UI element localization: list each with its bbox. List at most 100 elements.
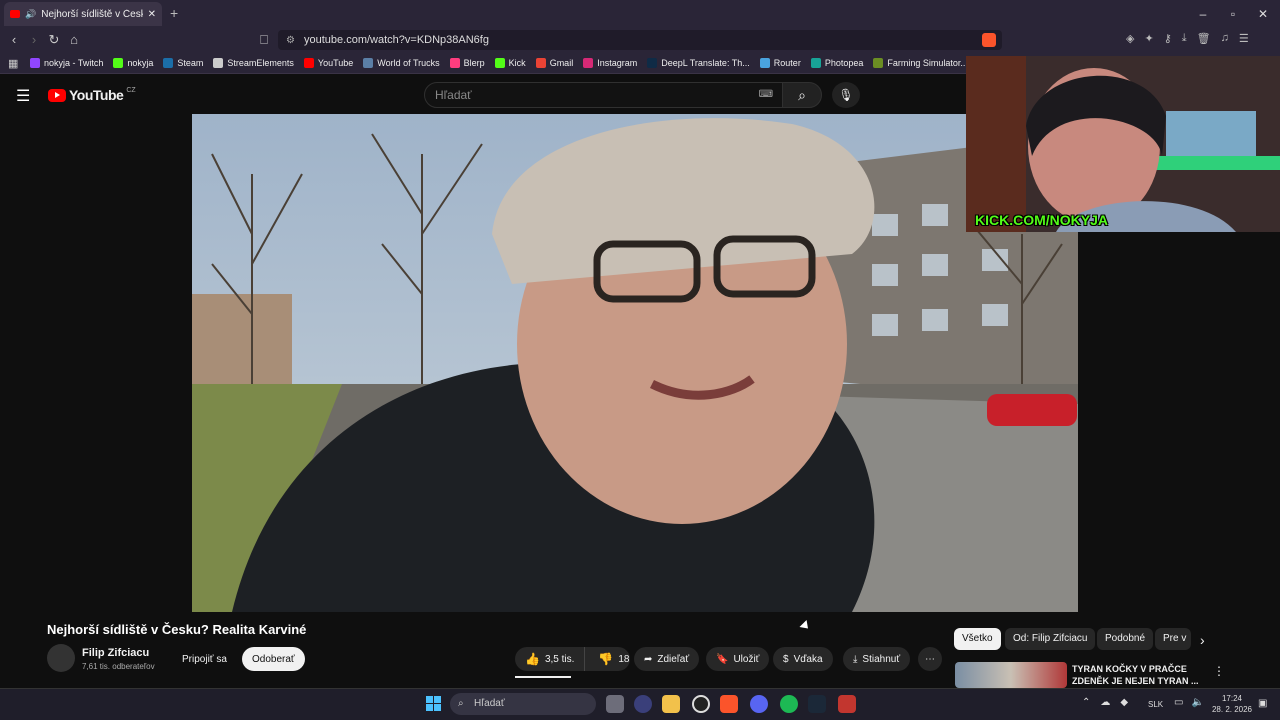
game-app-icon[interactable] [838, 695, 856, 713]
bookmark-item[interactable]: DeepL Translate: Th... [647, 57, 750, 68]
search-placeholder: Hľadať [435, 88, 472, 102]
notification-icon[interactable]: ▣ [1258, 698, 1267, 709]
more-actions-button[interactable]: ⋯ [918, 647, 942, 671]
bookmark-item[interactable]: Kick [494, 57, 526, 68]
url-text: youtube.com/watch?v=KDNp38AN6fg [304, 34, 489, 46]
language-indicator[interactable]: SLK [1148, 700, 1163, 709]
save-button[interactable]: 🔖 Uložiť [706, 647, 770, 671]
bookmark-label: nokyja [127, 57, 154, 68]
bookmark-item[interactable]: Farming Simulator... [873, 57, 968, 68]
video-title: Nejhorší sídliště v Česku? Realita Karvi… [47, 622, 307, 637]
keyboard-icon[interactable]: ⌨ [759, 83, 773, 107]
recommendation-title[interactable]: TYRAN KOČKY V PRAČCE ZDENĚK JE NEJEN TYR… [1072, 663, 1202, 687]
obs-icon[interactable] [692, 695, 710, 713]
discord-icon[interactable] [750, 695, 768, 713]
chips-next-icon[interactable]: › [1200, 632, 1205, 648]
taskbar-search[interactable]: ⌕ Hľadať [450, 693, 596, 715]
system-tray-icons: ⌃ ☁ ◆ [1082, 697, 1128, 708]
address-bar[interactable]: ⚙ youtube.com/watch?v=KDNp38AN6fg [278, 30, 1002, 50]
app-icon-1[interactable] [634, 695, 652, 713]
menu-icon[interactable]: ☰ [1239, 32, 1249, 45]
bookmark-favicon-icon [213, 57, 224, 68]
chip-related[interactable]: Podobné [1097, 628, 1154, 650]
site-info-icon[interactable]: ⚙ [286, 35, 295, 46]
close-window-button[interactable]: ✕ [1248, 4, 1278, 24]
reload-icon[interactable]: ↻ [44, 30, 64, 50]
region-code: CZ [126, 86, 136, 94]
bookmark-item[interactable]: YouTube [303, 57, 353, 68]
file-explorer-icon[interactable] [662, 695, 680, 713]
bookmark-item[interactable]: StreamElements [213, 57, 294, 68]
youtube-logo[interactable]: YouTube CZ [48, 87, 136, 103]
speaker-icon[interactable]: 🔊 [25, 9, 36, 20]
like-dislike-group: 👍 3,5 tis. 👎 18 [515, 647, 630, 671]
browser-tab-active[interactable]: 🔊 Nejhorší sídliště v Česku? Rea ✕ [4, 2, 162, 26]
music-icon[interactable]: ♫ [1221, 32, 1229, 45]
maximize-button[interactable]: ▫ [1218, 4, 1248, 24]
share-button[interactable]: ➦ Zdieľať [634, 647, 700, 671]
browser-tab-strip [0, 0, 1280, 28]
search-input[interactable]: Hľadať ⌨ [424, 82, 786, 108]
home-icon[interactable]: ⌂ [64, 30, 84, 50]
brave-shield-icon[interactable] [982, 33, 996, 47]
clock[interactable]: 17:24 28. 2. 2026 [1208, 693, 1256, 715]
subscribe-button[interactable]: Odoberať [242, 647, 305, 671]
key-icon[interactable]: ⚷ [1164, 32, 1172, 45]
voice-search-button[interactable]: 🎙 [832, 82, 860, 108]
back-icon[interactable]: ‹ [4, 30, 24, 50]
tray-app-icon-2[interactable]: ◆ [1120, 697, 1128, 708]
windows-start-icon[interactable] [426, 696, 441, 711]
youtube-favicon-icon [10, 10, 20, 18]
bookmark-item[interactable]: Gmail [535, 57, 573, 68]
trash-icon[interactable]: 🗑 [1197, 32, 1211, 45]
bookmark-item[interactable]: Photopea [810, 57, 863, 68]
apps-grid-icon[interactable]: ▦ [8, 57, 18, 70]
bookmark-favicon-icon [163, 57, 174, 68]
tray-app-icon[interactable]: ☁ [1100, 697, 1110, 708]
hamburger-menu-icon[interactable]: ☰ [16, 86, 30, 106]
bookmark-item[interactable]: nokyja [113, 57, 154, 68]
bookmark-favicon-icon [810, 57, 821, 68]
video-frame-illustration [192, 114, 1078, 612]
thanks-button[interactable]: $ Vďaka [773, 647, 833, 671]
bookmark-item[interactable]: World of Trucks [363, 57, 440, 68]
bookmark-page-icon[interactable]: ⎕ [254, 30, 274, 50]
search-button[interactable]: ⌕ [782, 82, 822, 108]
dislike-button[interactable]: 👎 18 [590, 647, 637, 671]
chip-for-you[interactable]: Pre v [1155, 628, 1191, 650]
like-button[interactable]: 👍 3,5 tis. [515, 647, 586, 671]
download-icon[interactable]: ⤓ [1182, 32, 1187, 45]
bookmark-item[interactable]: Steam [163, 57, 203, 68]
join-button[interactable]: Pripojiť sa [172, 647, 237, 671]
subscribe-label: Odoberať [252, 653, 295, 665]
spotify-icon[interactable] [780, 695, 798, 713]
chip-all[interactable]: Všetko [954, 628, 1001, 650]
channel-avatar[interactable] [47, 644, 75, 672]
extension-icon[interactable]: ◈ [1126, 32, 1134, 45]
bookmark-favicon-icon [583, 57, 594, 68]
tray-status-icons[interactable]: ▭ 🔈 [1174, 697, 1204, 708]
chip-from-channel[interactable]: Od: Filip Zifciacu [1005, 628, 1096, 650]
tray-chevron-icon[interactable]: ⌃ [1082, 697, 1090, 708]
new-tab-button[interactable]: + [170, 5, 178, 21]
task-view-icon[interactable] [606, 695, 624, 713]
bookmark-favicon-icon [113, 57, 124, 68]
bookmark-item[interactable]: Blerp [449, 57, 485, 68]
recommendation-thumbnail[interactable] [955, 662, 1067, 688]
minimize-button[interactable]: – [1188, 4, 1218, 24]
share-icon: ➦ [644, 653, 653, 665]
close-tab-icon[interactable]: ✕ [148, 9, 156, 20]
bookmark-item[interactable]: nokyja - Twitch [30, 57, 103, 68]
puzzle-icon[interactable]: ✦ [1144, 32, 1153, 45]
channel-name[interactable]: Filip Zifciacu [82, 647, 149, 659]
brave-browser-icon[interactable] [720, 695, 738, 713]
taskbar-search-placeholder: Hľadať [474, 698, 505, 709]
steam-icon[interactable] [808, 695, 826, 713]
forward-icon[interactable]: › [24, 30, 44, 50]
download-button[interactable]: ⤓ Stiahnuť [843, 647, 911, 671]
video-player[interactable] [192, 114, 1078, 612]
bookmark-item[interactable]: Instagram [583, 57, 637, 68]
recommendation-menu-icon[interactable]: ⋮ [1213, 664, 1225, 678]
bookmark-favicon-icon [449, 57, 460, 68]
bookmark-item[interactable]: Router [759, 57, 801, 68]
